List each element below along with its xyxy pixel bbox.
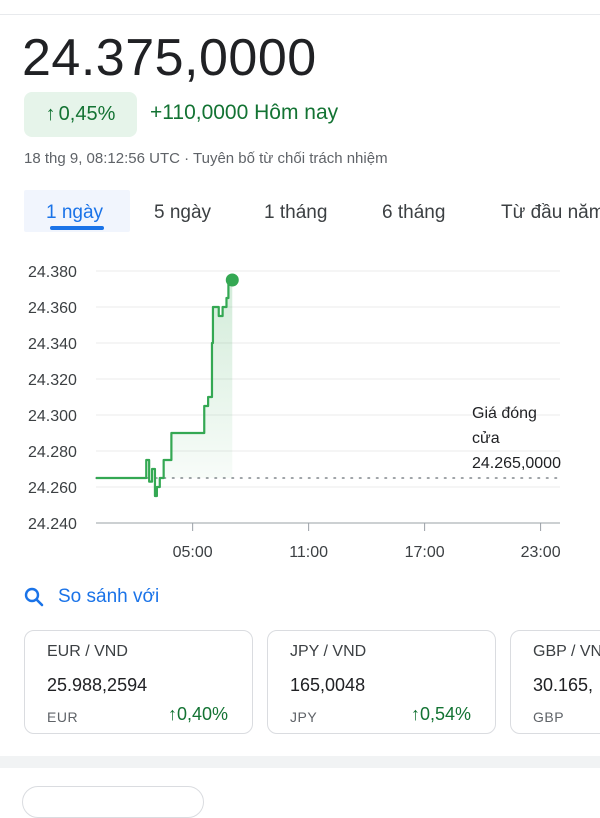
current-price: 24.375,0000: [22, 29, 317, 87]
card-currency: EUR: [47, 709, 79, 725]
arrow-up-icon: ↑: [410, 704, 420, 724]
tab-year-to-date[interactable]: Từ đầu năm: [501, 202, 600, 224]
card-pair: JPY / VND: [290, 643, 367, 660]
card-value: 25.988,2594: [47, 675, 148, 695]
y-tick-label: 24.380: [28, 264, 77, 281]
change-percent-value: 0,45%: [58, 103, 116, 125]
card-change-value: 0,54%: [419, 704, 471, 724]
previous-close-label: cửa: [472, 430, 500, 447]
card-change: ↑0,40%: [168, 704, 228, 725]
x-tick-label: 11:00: [289, 544, 328, 561]
previous-close-label: 24.265,0000: [472, 455, 561, 472]
y-tick-label: 24.360: [28, 300, 77, 317]
tab-6-months[interactable]: 6 tháng: [382, 202, 445, 224]
compare-with-button[interactable]: So sánh với: [24, 586, 159, 608]
card-value: 30.165,: [533, 675, 594, 695]
search-icon: [24, 587, 44, 607]
y-tick-label: 24.320: [28, 372, 77, 389]
currency-card-gbp[interactable]: GBP / VND 30.165, GBP: [510, 630, 600, 734]
y-tick-label: 24.300: [28, 408, 77, 425]
x-tick-label: 05:00: [173, 544, 213, 561]
related-currency-cards: EUR / VND 25.988,2594 EUR ↑0,40% JPY / V…: [0, 630, 600, 738]
change-absolute: +110,0000 Hôm nay: [150, 101, 339, 124]
section-divider: [0, 756, 600, 768]
card-pair: EUR / VND: [47, 643, 128, 660]
previous-close-label: Giá đóng: [472, 405, 537, 422]
currency-card-jpy[interactable]: JPY / VND 165,0048 JPY ↑0,54%: [267, 630, 496, 734]
card-change: ↑0,54%: [411, 704, 471, 725]
change-percent-badge: ↑ 0,45%: [24, 92, 137, 137]
x-tick-label: 17:00: [405, 544, 445, 561]
card-value: 165,0048: [290, 675, 366, 695]
y-tick-label: 24.240: [28, 516, 77, 533]
card-currency: GBP: [533, 709, 565, 725]
arrow-up-icon: ↑: [167, 704, 177, 724]
tab-1-day[interactable]: 1 ngày: [46, 202, 103, 224]
compare-with-label: So sánh với: [58, 586, 160, 607]
card-pair: GBP / VND: [533, 643, 600, 660]
bottom-chip[interactable]: [22, 786, 204, 818]
active-tab-underline: [50, 226, 104, 230]
y-tick-label: 24.280: [28, 444, 77, 461]
y-tick-label: 24.260: [28, 480, 77, 497]
arrow-up-icon: ↑: [45, 103, 56, 125]
price-chart[interactable]: 24.380 24.360 24.340 24.320 24.300 24.280 24.2…: [0, 240, 600, 570]
currency-card-eur[interactable]: EUR / VND 25.988,2594 EUR ↑0,40%: [24, 630, 253, 734]
card-change-value: 0,40%: [176, 704, 228, 724]
y-tick-label: 24.340: [28, 336, 77, 353]
x-tick-label: 23:00: [521, 544, 561, 561]
latest-price-dot: [225, 273, 239, 287]
quote-timestamp[interactable]: 18 thg 9, 08:12:56 UTC · Tuyên bố từ chố…: [24, 150, 388, 167]
tab-5-days[interactable]: 5 ngày: [154, 202, 211, 224]
card-currency: JPY: [290, 709, 318, 725]
top-divider: [0, 14, 600, 15]
time-range-tabs: 1 ngày 5 ngày 1 tháng 6 tháng Từ đầu năm: [0, 190, 600, 232]
tab-1-month[interactable]: 1 tháng: [264, 202, 327, 224]
